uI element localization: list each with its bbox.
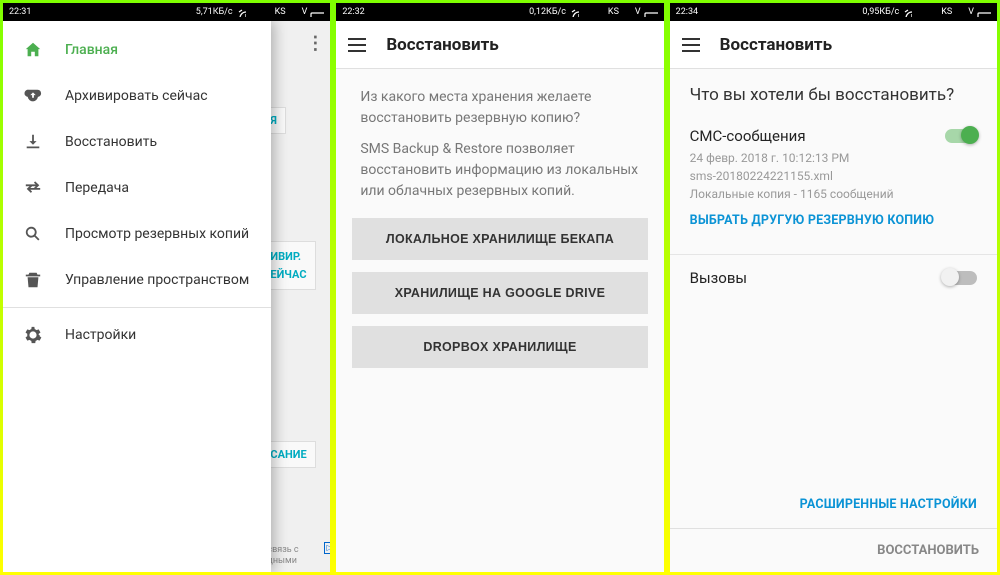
- battery-icon: [977, 7, 991, 17]
- menu-icon[interactable]: [682, 38, 700, 52]
- restore-button[interactable]: ВОССТАНОВИТЬ: [877, 543, 979, 558]
- trash-icon: [23, 271, 43, 289]
- calls-toggle[interactable]: [945, 271, 977, 285]
- drawer-item-label: Настройки: [65, 327, 136, 343]
- drawer-item-label: Управление пространством: [65, 272, 249, 288]
- status-carrier: KS: [941, 7, 952, 17]
- drawer-item-label: Главная: [65, 42, 118, 58]
- alarm-icon: [902, 7, 912, 17]
- download-icon: [23, 133, 43, 151]
- cloud-upload-icon: [23, 87, 43, 105]
- google-drive-button[interactable]: ХРАНИЛИЩЕ НА GOOGLE DRIVE: [352, 272, 647, 314]
- drawer-item-transfer[interactable]: Передача: [3, 165, 271, 211]
- choose-other-backup-link[interactable]: ВЫБРАТЬ ДРУГУЮ РЕЗЕРВНУЮ КОПИЮ: [690, 213, 935, 228]
- wifi-icon: [582, 7, 592, 17]
- app-bar: Восстановить: [336, 21, 663, 69]
- status-bar: 22:32 0,12КБ/с KS V: [336, 3, 663, 21]
- divider: [3, 307, 271, 308]
- status-carrier: KS: [608, 7, 619, 17]
- status-v: V: [635, 7, 641, 17]
- drawer-item-manage-space[interactable]: Управление пространством: [3, 257, 271, 303]
- menu-icon[interactable]: [348, 38, 366, 52]
- battery-icon: [310, 7, 324, 17]
- signal-icon: [289, 7, 299, 17]
- signal-icon: [595, 7, 605, 17]
- drawer-item-label: Передача: [65, 180, 129, 196]
- screenshot-1: 22:31 5,71КБ/с KS V ⋮ Я ИВИР.ЕЙЧАС САНИЕ…: [0, 0, 333, 575]
- status-bar: 22:34 0,95КБ/с KS V: [670, 3, 997, 21]
- main-backdrop: ⋮ Я ИВИР.ЕЙЧАС САНИЕ связь сдными ▷: [271, 21, 330, 572]
- sms-toggle[interactable]: [945, 129, 977, 143]
- signal-icon: [622, 7, 632, 17]
- entry-date: 24 февр. 2018 г. 10:12:13 PM: [690, 149, 977, 167]
- signal-icon: [262, 7, 272, 17]
- section-heading: Что вы хотели бы восстановить?: [690, 85, 977, 105]
- ad-text: связь сдными ▷: [267, 545, 298, 568]
- app-bar: Восстановить: [670, 21, 997, 69]
- sms-entry: СМС-сообщения 24 февр. 2018 г. 10:12:13 …: [690, 127, 977, 240]
- status-speed: 5,71КБ/с: [196, 7, 233, 17]
- transfer-icon: [23, 179, 43, 197]
- entry-title: Вызовы: [690, 269, 977, 287]
- status-time: 22:32: [342, 7, 364, 17]
- drawer-item-restore[interactable]: Восстановить: [3, 119, 271, 165]
- local-storage-button[interactable]: ЛОКАЛЬНОЕ ХРАНИЛИЩЕ БЕКАПА: [352, 218, 647, 260]
- alarm-icon: [236, 7, 246, 17]
- overflow-icon[interactable]: ⋮: [306, 33, 322, 54]
- dropbox-button[interactable]: DROPBOX ХРАНИЛИЩЕ: [352, 326, 647, 368]
- signal-icon: [955, 7, 965, 17]
- battery-icon: [644, 7, 658, 17]
- page-title: Восстановить: [386, 35, 498, 55]
- gear-icon: [23, 326, 43, 344]
- status-v: V: [968, 7, 974, 17]
- entry-file: sms-20180224221155.xml: [690, 167, 977, 185]
- wifi-icon: [249, 7, 259, 17]
- drawer-item-backup[interactable]: Архивировать сейчас: [3, 73, 271, 119]
- screenshot-2: 22:32 0,12КБ/с KS V Восстановить Из како…: [333, 0, 666, 575]
- wifi-icon: [915, 7, 925, 17]
- drawer-item-label: Просмотр резервных копий: [65, 226, 249, 242]
- status-speed: 0,12КБ/с: [529, 7, 566, 17]
- body-text: Из какого места хранения желаете восстан…: [336, 69, 663, 212]
- entry-title: СМС-сообщения: [690, 127, 977, 145]
- drawer-item-label: Восстановить: [65, 134, 157, 150]
- page-title: Восстановить: [720, 35, 832, 55]
- status-v: V: [302, 7, 308, 17]
- status-speed: 0,95КБ/с: [862, 7, 899, 17]
- alarm-icon: [569, 7, 579, 17]
- screenshot-3: 22:34 0,95КБ/с KS V Восстановить Что вы …: [667, 0, 1000, 575]
- entry-count: Локальные копия - 1165 сообщений: [690, 185, 977, 203]
- nav-drawer: Главная Архивировать сейчас Восстановить…: [3, 21, 271, 572]
- bottom-bar: ВОССТАНОВИТЬ: [670, 528, 997, 572]
- drawer-item-label: Архивировать сейчас: [65, 88, 208, 104]
- status-carrier: KS: [275, 7, 286, 17]
- drawer-item-home[interactable]: Главная: [3, 27, 271, 73]
- status-bar: 22:31 5,71КБ/с KS V: [3, 3, 330, 21]
- divider: [670, 254, 997, 255]
- calls-entry: Вызовы: [690, 269, 977, 303]
- search-icon: [23, 225, 43, 243]
- status-time: 22:34: [676, 7, 698, 17]
- home-icon: [23, 41, 43, 59]
- signal-icon: [928, 7, 938, 17]
- advanced-settings-link[interactable]: РАСШИРЕННЫЕ НАСТРОЙКИ: [800, 497, 977, 512]
- status-time: 22:31: [9, 7, 31, 17]
- drawer-item-settings[interactable]: Настройки: [3, 312, 271, 358]
- drawer-item-view-backups[interactable]: Просмотр резервных копий: [3, 211, 271, 257]
